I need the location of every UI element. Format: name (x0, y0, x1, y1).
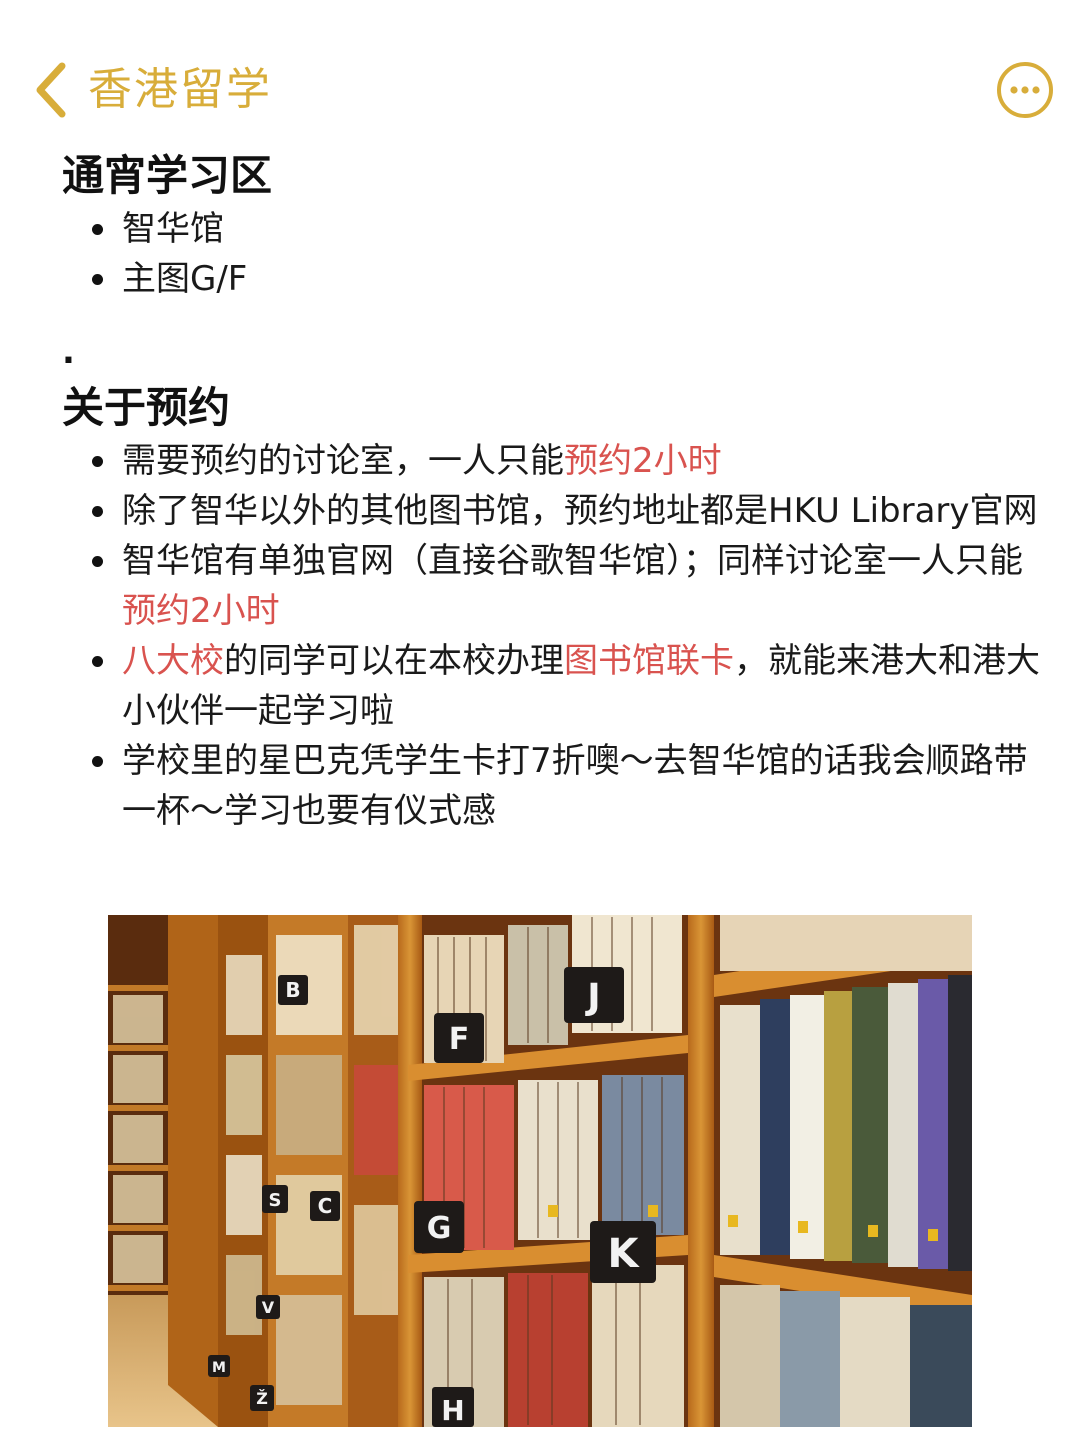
list-item: 除了智华以外的其他图书馆，预约地址都是HKU Library官网 (62, 486, 1042, 536)
chevron-left-icon (36, 62, 66, 118)
highlight-text: 图书馆联卡 (564, 641, 734, 681)
back-button[interactable] (30, 58, 74, 122)
shelf-tag-G: G (414, 1201, 464, 1253)
list-item: 智华馆有单独官网（直接谷歌智华馆）；同样讨论室一人只能预约2小时 (62, 536, 1042, 636)
shelf-tag-B: B (278, 975, 308, 1005)
text: 智华馆有单独官网（直接谷歌智华馆）；同样讨论室一人只能 (122, 541, 1023, 581)
list-item: 需要预约的讨论室，一人只能预约2小时 (62, 436, 1042, 486)
svg-text:Ž: Ž (256, 1389, 268, 1408)
highlight-text: 预约2小时 (564, 441, 722, 481)
separator-dot: . (62, 332, 75, 372)
shelf-tag-J: J (564, 967, 624, 1023)
svg-text:K: K (608, 1231, 641, 1277)
library-bookshelf-photo: J F G K H B C S V Ž M (108, 915, 972, 1427)
highlight-text: 预约2小时 (122, 591, 280, 631)
top-nav-bar: 香港留学 (0, 0, 1080, 150)
section-heading-overnight-study: 通宵学习区 (62, 151, 273, 200)
more-horizontal-icon (997, 62, 1053, 118)
shelf-tag-V: V (256, 1295, 280, 1319)
text: 学校里的星巴克凭学生卡打7折噢～去智华馆的话我会顺路带一杯～学习也要有仪式感 (122, 741, 1028, 831)
svg-text:S: S (269, 1190, 282, 1211)
svg-text:V: V (262, 1298, 275, 1317)
shelf-tag-K: K (590, 1221, 656, 1283)
svg-text:G: G (427, 1211, 452, 1246)
overnight-study-list: 智华馆 主图G/F (62, 204, 1042, 304)
svg-text:J: J (584, 977, 600, 1018)
svg-text:F: F (449, 1022, 470, 1057)
shelf-tag-F: F (434, 1013, 484, 1063)
reservation-list: 需要预约的讨论室，一人只能预约2小时 除了智华以外的其他图书馆，预约地址都是HK… (62, 436, 1042, 836)
highlight-text: 八大校 (122, 641, 224, 681)
nav-title: 香港留学 (88, 64, 272, 115)
svg-text:B: B (285, 978, 300, 1002)
svg-text:H: H (441, 1394, 464, 1427)
list-item: 智华馆 (62, 204, 1042, 254)
text: 除了智华以外的其他图书馆，预约地址都是HKU Library官网 (122, 491, 1038, 531)
shelf-tag-H: H (432, 1387, 474, 1427)
shelf-tag-Z: Ž (250, 1385, 274, 1411)
list-item: 学校里的星巴克凭学生卡打7折噢～去智华馆的话我会顺路带一杯～学习也要有仪式感 (62, 736, 1042, 836)
shelf-tag-S: S (262, 1185, 288, 1213)
more-button[interactable] (996, 61, 1054, 119)
text: 的同学可以在本校办理 (224, 641, 564, 681)
svg-text:C: C (318, 1194, 333, 1218)
svg-text:M: M (212, 1360, 226, 1376)
shelf-tag-M: M (208, 1355, 230, 1377)
text: 需要预约的讨论室，一人只能 (122, 441, 564, 481)
bookshelf-illustration: J F G K H B C S V Ž M (108, 915, 972, 1427)
section-heading-reservation: 关于预约 (62, 383, 231, 432)
list-item: 主图G/F (62, 254, 1042, 304)
list-item: 八大校的同学可以在本校办理图书馆联卡，就能来港大和港大小伙伴一起学习啦 (62, 636, 1042, 736)
shelf-tag-C: C (310, 1191, 340, 1221)
note-content: 通宵学习区 智华馆 主图G/F . 关于预约 需要预约的讨论室，一人只能预约2小… (62, 148, 1042, 836)
